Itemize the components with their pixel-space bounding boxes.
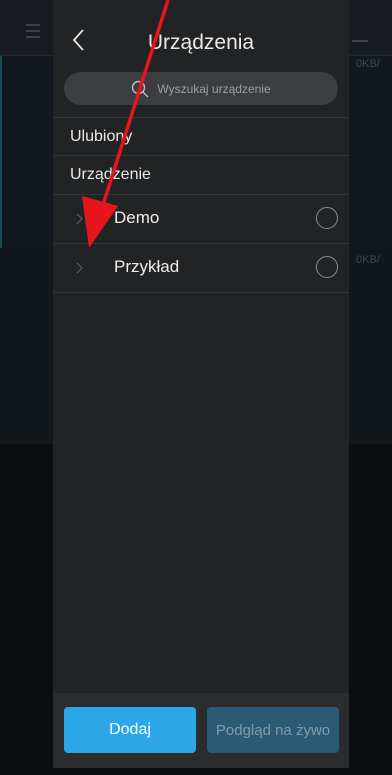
drawer-footer: Dodaj Podgląd na żywo [53, 693, 349, 768]
page-title: Urządzenia [147, 31, 255, 54]
search-icon [132, 80, 149, 97]
layout-icon [352, 26, 368, 42]
device-select-radio[interactable] [316, 256, 338, 278]
add-device-button[interactable]: Dodaj [64, 707, 196, 753]
chevron-right-icon[interactable] [75, 262, 85, 274]
device-row-przyklad[interactable]: Przykład [53, 244, 349, 293]
search-input[interactable]: Wyszukaj urządzenie [64, 72, 338, 105]
devices-section[interactable]: Urządzenie [53, 156, 349, 195]
device-row-demo[interactable]: Demo [53, 195, 349, 244]
screen: 0KB/ 0KB/ Urządzenia Wyszukaj urządzenie… [0, 0, 392, 775]
bitrate-label: 0KB/ [356, 254, 380, 266]
device-drawer: Urządzenia Wyszukaj urządzenie Ulubiony … [53, 0, 349, 768]
chevron-right-icon[interactable] [75, 213, 85, 225]
live-view-button[interactable]: Podgląd na żywo [207, 707, 339, 753]
search-placeholder: Wyszukaj urządzenie [157, 81, 271, 96]
device-select-radio[interactable] [316, 207, 338, 229]
drawer-header: Urządzenia [53, 0, 349, 64]
bitrate-label: 0KB/ [356, 58, 380, 70]
device-name: Przykład [114, 257, 180, 276]
favorites-section[interactable]: Ulubiony [53, 117, 349, 156]
device-name: Demo [114, 208, 160, 227]
menu-icon [26, 24, 40, 38]
